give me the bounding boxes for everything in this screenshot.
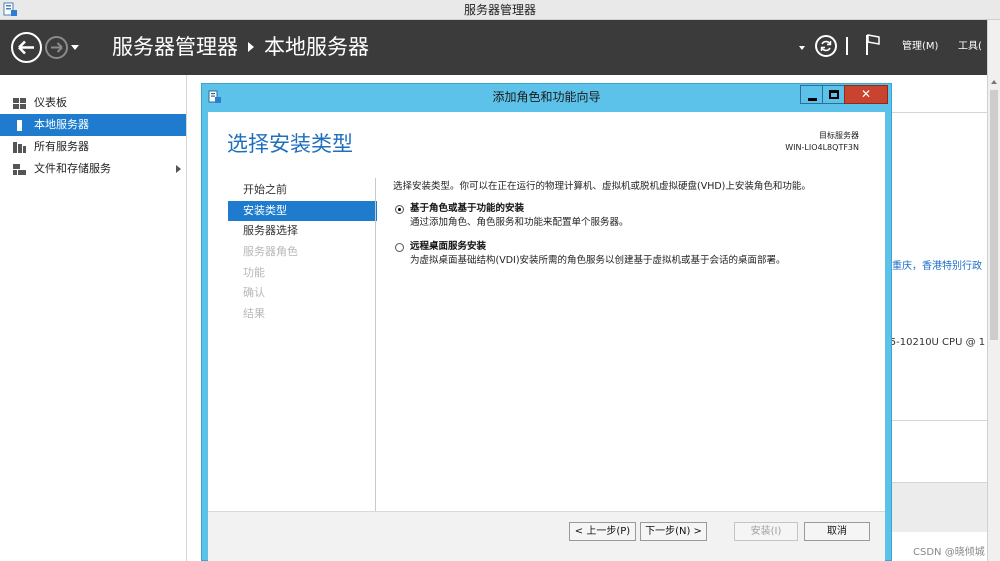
- sidebar-item-label: 文件和存储服务: [34, 162, 111, 175]
- storage-icon: [13, 164, 26, 175]
- breadcrumb-separator-icon: [248, 41, 254, 52]
- sidebar: 仪表板 本地服务器 所有服务器 文件和存储服务: [0, 75, 187, 561]
- window-title: 服务器管理器: [463, 3, 536, 17]
- option-title: 远程桌面服务安装: [410, 241, 487, 252]
- step-results: 结果: [243, 307, 265, 321]
- page-description: 选择安装类型。你可以在正在运行的物理计算机、虚拟机或脱机虚拟硬盘(VHD)上安装…: [393, 181, 811, 192]
- step-confirmation: 确认: [243, 286, 265, 300]
- option-description: 为虚拟桌面基础结构(VDI)安装所需的角色服务以创建基于虚拟机或基于会话的桌面部…: [410, 255, 786, 266]
- window-title-bar: 服务器管理器: [0, 0, 1000, 20]
- target-server-name: WIN-LIO4L8QTF3N: [785, 143, 859, 152]
- history-dropdown-icon[interactable]: [71, 45, 79, 50]
- sidebar-item-all-servers[interactable]: 所有服务器: [0, 136, 186, 158]
- close-button[interactable]: ✕: [844, 85, 888, 104]
- sidebar-item-file-storage[interactable]: 文件和存储服务: [0, 158, 186, 180]
- wizard-content: 选择安装类型。你可以在正在运行的物理计算机、虚拟机或脱机虚拟硬盘(VHD)上安装…: [393, 180, 873, 268]
- server-manager-icon: [3, 2, 17, 16]
- wizard-steps: 开始之前 安装类型 服务器选择 服务器角色 功能 确认 结果: [228, 180, 377, 325]
- watermark: CSDN @晓倾城: [913, 547, 985, 558]
- steps-divider: [375, 178, 376, 511]
- step-installation-type[interactable]: 安装类型: [228, 200, 377, 222]
- radio-remote-desktop[interactable]: [395, 243, 404, 252]
- notifications-flag-icon[interactable]: [864, 34, 882, 56]
- timezone-link[interactable]: 重庆，香港特别行政: [892, 257, 987, 272]
- dialog-footer: < 上一步(P) 下一步(N) > 安装(I) 取消: [208, 511, 885, 561]
- step-server-selection[interactable]: 服务器选择: [228, 221, 377, 242]
- dialog-title: 添加角色和功能向导: [492, 90, 601, 104]
- vertical-scrollbar[interactable]: [987, 20, 1000, 561]
- forward-button[interactable]: [45, 36, 68, 59]
- header-bar: 服务器管理器 本地服务器 管理(M) 工具(: [0, 20, 1000, 75]
- step-server-roles: 服务器角色: [243, 245, 298, 259]
- next-button[interactable]: 下一步(N) >: [640, 522, 707, 541]
- target-server-label: 目标服务器: [819, 131, 859, 140]
- option-description: 通过添加角色、角色服务和功能来配置单个服务器。: [410, 217, 629, 228]
- sidebar-item-dashboard[interactable]: 仪表板: [0, 92, 186, 114]
- manage-menu[interactable]: 管理(M): [902, 40, 938, 54]
- refresh-glyph-icon: [820, 40, 832, 52]
- back-arrow-icon: [18, 40, 34, 55]
- panel-divider: [891, 112, 987, 113]
- sidebar-item-label: 仪表板: [34, 96, 67, 109]
- cancel-button[interactable]: 取消: [804, 522, 870, 541]
- option-role-based[interactable]: 基于角色或基于功能的安装 通过添加角色、角色服务和功能来配置单个服务器。: [393, 202, 873, 230]
- maximize-button[interactable]: [822, 85, 844, 104]
- sidebar-item-label: 本地服务器: [34, 118, 89, 131]
- servers-icon: [13, 142, 26, 153]
- processor-value: i5-10210U CPU @ 1: [887, 337, 986, 348]
- option-remote-desktop[interactable]: 远程桌面服务安装 为虚拟桌面基础结构(VDI)安装所需的角色服务以创建基于虚拟机…: [393, 240, 873, 268]
- close-icon: ✕: [860, 87, 872, 101]
- sidebar-item-label: 所有服务器: [34, 140, 89, 153]
- previous-button[interactable]: < 上一步(P): [569, 522, 636, 541]
- properties-panel: [889, 112, 987, 482]
- minimize-button[interactable]: [800, 85, 822, 104]
- maximize-icon: [829, 90, 839, 99]
- scroll-up-icon[interactable]: [991, 80, 997, 84]
- minimize-icon: [808, 98, 817, 101]
- refresh-dropdown-icon[interactable]: [799, 46, 805, 50]
- breadcrumb-current: 本地服务器: [264, 35, 369, 59]
- step-before-you-begin[interactable]: 开始之前: [228, 180, 377, 201]
- sidebar-item-local-server[interactable]: 本地服务器: [0, 114, 186, 136]
- header-divider: [846, 37, 848, 55]
- dialog-body: 选择安装类型 目标服务器 WIN-LIO4L8QTF3N 开始之前 安装类型 服…: [208, 112, 885, 561]
- radio-role-based[interactable]: [395, 205, 404, 214]
- back-button[interactable]: [11, 32, 42, 63]
- install-button: 安装(I): [734, 522, 798, 541]
- tools-menu[interactable]: 工具(: [958, 40, 982, 54]
- properties-footer: [890, 482, 987, 532]
- step-features: 功能: [243, 265, 265, 279]
- forward-arrow-icon: [51, 42, 63, 53]
- server-icon: [17, 120, 22, 131]
- option-title: 基于角色或基于功能的安装: [410, 203, 525, 214]
- refresh-icon[interactable]: [815, 35, 837, 57]
- page-title: 选择安装类型: [227, 132, 353, 156]
- breadcrumb: 服务器管理器 本地服务器: [112, 32, 369, 62]
- panel-divider: [891, 420, 987, 421]
- scroll-thumb[interactable]: [990, 90, 998, 340]
- breadcrumb-root[interactable]: 服务器管理器: [112, 35, 238, 59]
- expand-arrow-icon[interactable]: [176, 165, 181, 173]
- dashboard-icon: [13, 98, 26, 109]
- add-roles-wizard-dialog: 添加角色和功能向导 ✕ 选择安装类型 目标服务器 WIN-LIO4L8QTF3N…: [201, 83, 892, 561]
